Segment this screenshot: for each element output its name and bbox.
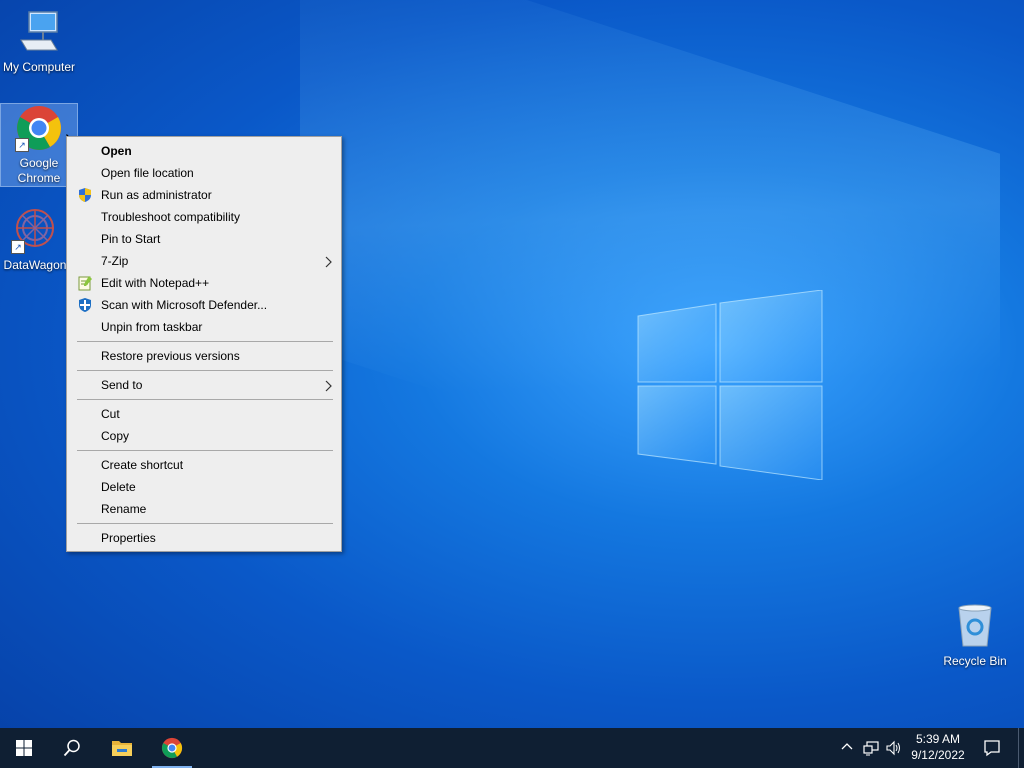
menu-item-label: Rename	[101, 502, 147, 516]
menu-item-label: Edit with Notepad++	[101, 276, 210, 290]
menu-item-restore-previous-versions[interactable]: Restore previous versions	[67, 345, 341, 367]
network-icon	[863, 741, 879, 756]
menu-item-pin-to-start[interactable]: Pin to Start	[67, 228, 341, 250]
menu-separator	[77, 450, 333, 451]
shortcut-arrow-icon: ↗	[15, 138, 29, 152]
menu-item-label: Properties	[101, 531, 156, 545]
menu-item-create-shortcut[interactable]: Create shortcut	[67, 454, 341, 476]
menu-item-send-to[interactable]: Send to	[67, 374, 341, 396]
notification-icon	[984, 740, 1000, 757]
menu-item-properties[interactable]: Properties	[67, 527, 341, 549]
folder-icon	[112, 741, 132, 756]
menu-item-scan-with-defender[interactable]: Scan with Microsoft Defender...	[67, 294, 341, 316]
desktop-icon-label: My Computer	[2, 60, 76, 74]
recycle-bin-icon	[951, 602, 999, 650]
menu-item-label: Create shortcut	[101, 458, 184, 472]
menu-item-troubleshoot-compatibility[interactable]: Troubleshoot compatibility	[67, 206, 341, 228]
menu-item-open[interactable]: Open	[67, 140, 341, 162]
defender-shield-icon	[79, 298, 91, 312]
chrome-icon: ↗	[15, 104, 63, 152]
menu-item-cut[interactable]: Cut	[67, 403, 341, 425]
menu-item-label: Restore previous versions	[101, 349, 240, 363]
search-icon	[63, 739, 80, 757]
tray-network-button[interactable]	[860, 728, 882, 768]
menu-separator	[77, 341, 333, 342]
clock-date: 9/12/2022	[911, 748, 965, 762]
menu-item-label: Run as administrator	[101, 188, 212, 202]
computer-icon	[15, 8, 63, 56]
tray-overflow-button[interactable]	[838, 728, 856, 768]
action-center-button[interactable]	[978, 728, 1006, 768]
menu-item-label: Open	[101, 144, 132, 158]
menu-separator	[77, 370, 333, 371]
shortcut-arrow-icon: ↗	[11, 240, 25, 254]
menu-item-7zip[interactable]: 7-Zip	[67, 250, 341, 272]
clock-time: 5:39 AM	[915, 732, 961, 746]
start-button[interactable]	[0, 728, 48, 768]
windows-logo-wallpaper	[637, 290, 823, 480]
desktop-icon-datawagon[interactable]: ↗ DataWagon	[0, 206, 70, 273]
menu-item-label: 7-Zip	[101, 254, 129, 268]
taskbar-file-explorer[interactable]	[98, 728, 146, 768]
menu-item-label: Pin to Start	[101, 232, 161, 246]
chevron-up-icon	[841, 743, 853, 750]
datawagon-icon: ↗	[11, 206, 59, 254]
menu-separator	[77, 523, 333, 524]
chrome-icon	[161, 737, 183, 759]
desktop-icon-my-computer[interactable]: My Computer	[0, 8, 78, 75]
menu-item-rename[interactable]: Rename	[67, 498, 341, 520]
windows-start-icon	[16, 740, 32, 756]
desktop-icon-label: DataWagon	[3, 258, 67, 272]
menu-item-label: Send to	[101, 378, 143, 392]
menu-item-label: Delete	[101, 480, 136, 494]
menu-item-copy[interactable]: Copy	[67, 425, 341, 447]
menu-item-delete[interactable]: Delete	[67, 476, 341, 498]
notepad-plus-plus-icon	[78, 276, 92, 291]
menu-item-label: Open file location	[101, 166, 194, 180]
submenu-chevron-right-icon	[325, 250, 333, 272]
taskbar-clock[interactable]: 5:39 AM 9/12/2022	[900, 731, 976, 763]
desktop-icon-label: Recycle Bin	[943, 654, 1007, 668]
context-menu: Open Open file location Run as administr…	[66, 136, 342, 552]
submenu-chevron-right-icon	[325, 374, 333, 396]
menu-item-label: Copy	[101, 429, 130, 443]
menu-item-label: Scan with Microsoft Defender...	[101, 298, 268, 312]
desktop-icon-recycle-bin[interactable]: Recycle Bin	[936, 602, 1014, 669]
search-button[interactable]	[48, 728, 96, 768]
menu-separator	[77, 399, 333, 400]
show-desktop-button[interactable]	[1018, 728, 1024, 768]
menu-item-label: Troubleshoot compatibility	[101, 210, 240, 224]
menu-item-label: Unpin from taskbar	[101, 320, 203, 334]
menu-item-label: Cut	[101, 407, 120, 421]
uac-shield-icon	[79, 188, 91, 202]
taskbar-google-chrome[interactable]	[148, 728, 196, 768]
taskbar: 5:39 AM 9/12/2022	[0, 728, 1024, 768]
menu-item-run-as-administrator[interactable]: Run as administrator	[67, 184, 341, 206]
menu-item-open-file-location[interactable]: Open file location	[67, 162, 341, 184]
menu-item-unpin-from-taskbar[interactable]: Unpin from taskbar	[67, 316, 341, 338]
wallpaper-light-beam	[300, 0, 1000, 574]
menu-item-edit-with-notepad[interactable]: Edit with Notepad++	[67, 272, 341, 294]
